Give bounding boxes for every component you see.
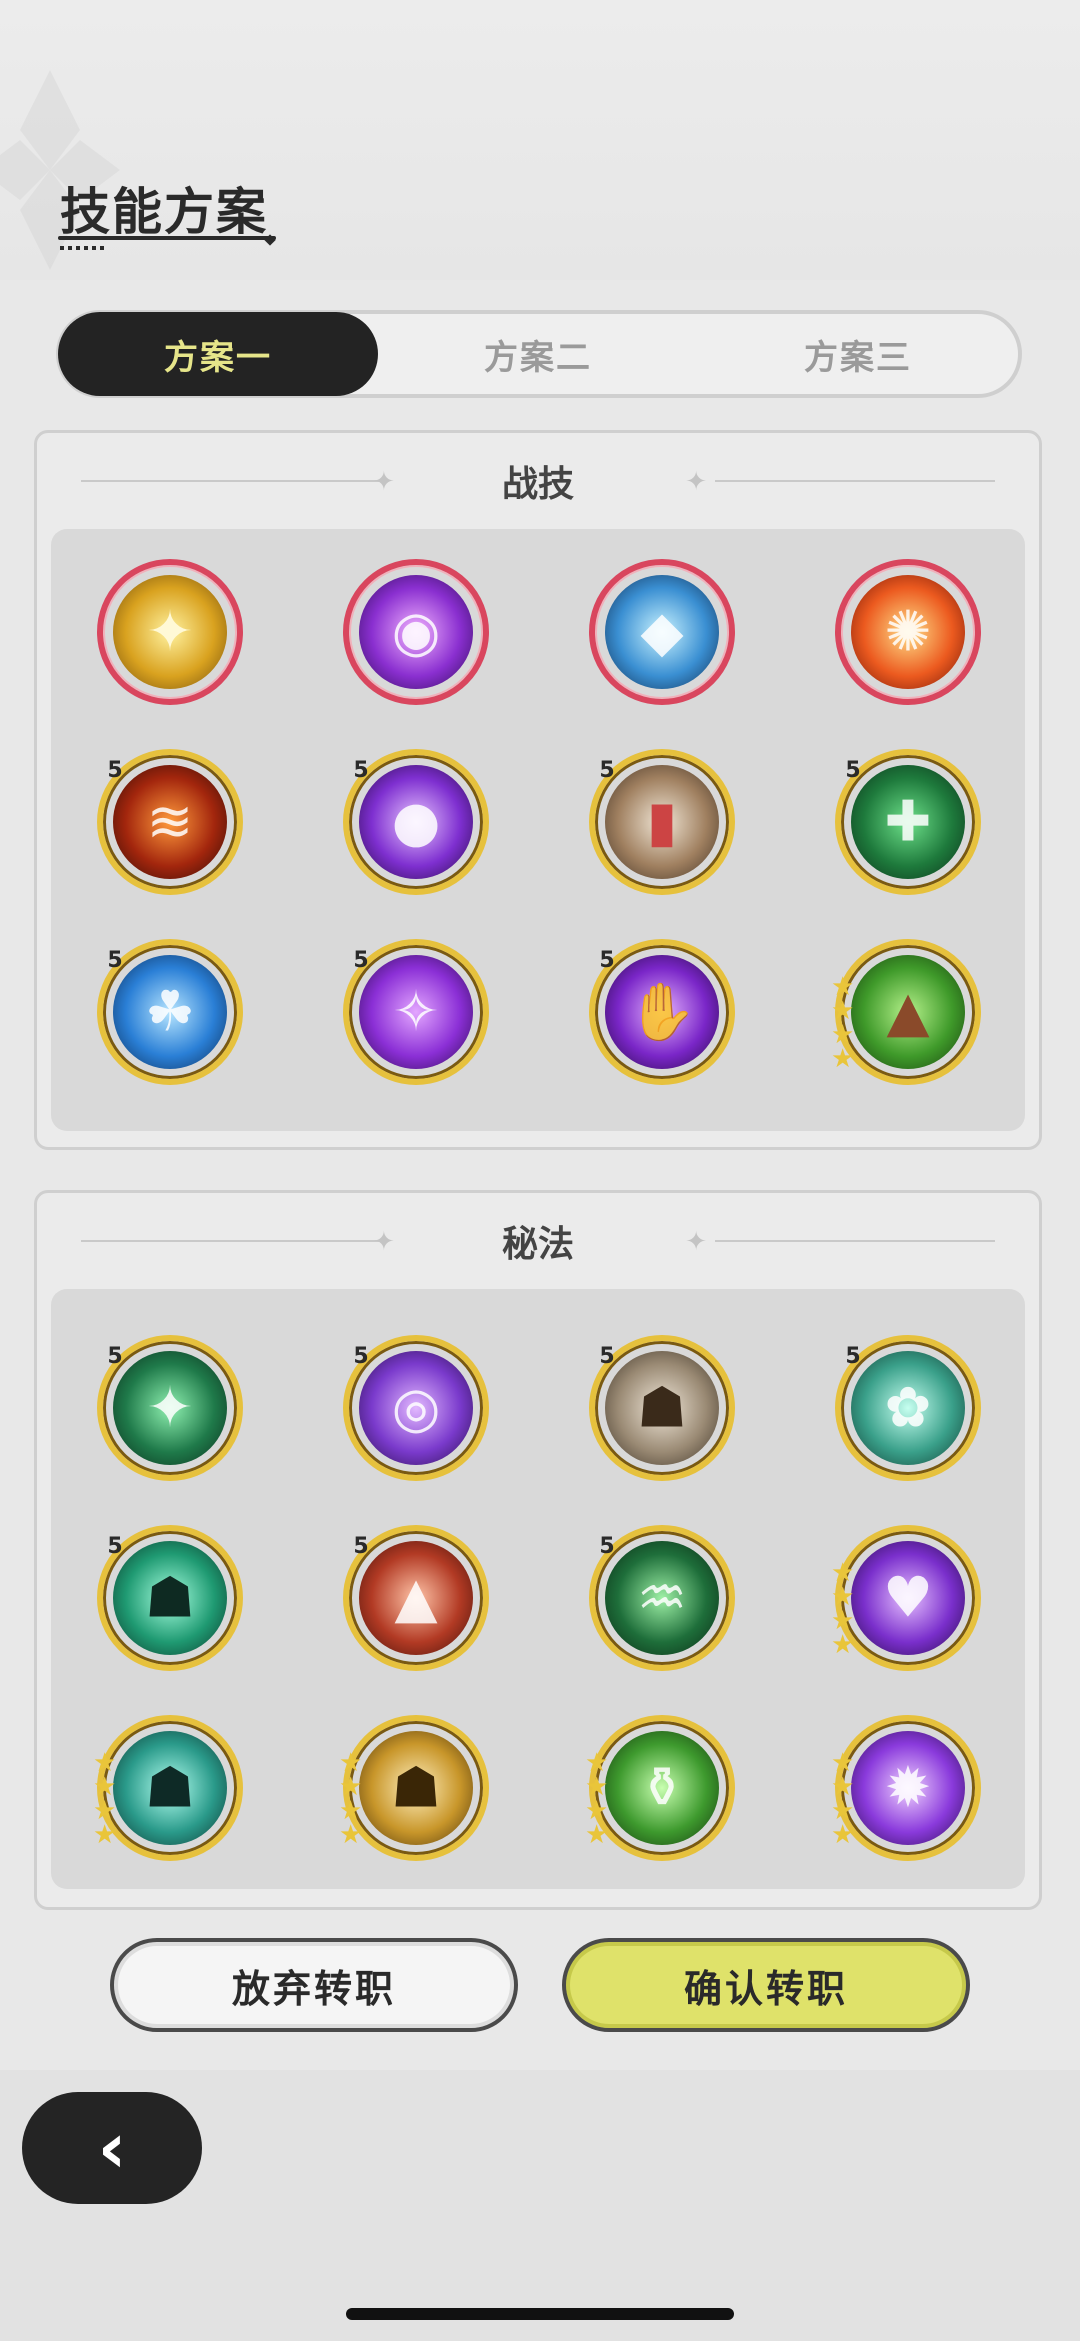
skill-red-rocks-icon[interactable]: ▲ 5 (339, 1519, 489, 1671)
level-5-badge: 5 (585, 743, 630, 791)
level-5-badge: 5 (339, 933, 384, 981)
secret-arts-panel: ✦ 秘法 ✦ ✦ 5 ◎ 5 ☗ 5 ✿ 5 ☗ 5 (34, 1190, 1042, 1910)
tab-plan-2[interactable]: 方案二 (378, 312, 698, 396)
skill-green-healing-icon[interactable]: ✚ 5 (831, 743, 981, 895)
tab-plan-3[interactable]: 方案三 (698, 312, 1018, 396)
plan-tabs: 方案一 方案二 方案三 (56, 310, 1022, 398)
skill-golden-monk-icon[interactable]: ☗ ★ ★ ★ ★ (339, 1715, 489, 1861)
rank-stars-icon: ★ ★ ★ ★ (585, 1748, 609, 1850)
skill-green-potion-icon[interactable]: ⚱ ★ ★ ★ ★ (585, 1715, 735, 1861)
skill-teal-flower-icon[interactable]: ✿ 5 (831, 1329, 981, 1481)
divider-star-icon: ✦ (685, 1227, 707, 1257)
combat-skill-grid: ✦ ◉ ◆ ✺ ≋ 5 ● 5 ▮ 5 (51, 529, 1025, 1131)
divider-line (715, 1240, 995, 1242)
level-5-badge: 5 (585, 1329, 630, 1377)
level-5-badge: 5 (831, 743, 876, 791)
level-5-badge: 5 (339, 743, 384, 791)
rank-stars-icon: ★ ★ ★ ★ (339, 1748, 363, 1850)
skill-green-spirit-icon[interactable]: ✦ 5 (93, 1329, 243, 1481)
divider-line (715, 480, 995, 482)
skill-blue-creature-icon[interactable]: ☘ 5 (93, 933, 243, 1085)
confirm-job-change-button[interactable]: 确认转职 (562, 1938, 970, 2032)
rank-stars-icon: ★ ★ ★ ★ (831, 1748, 855, 1850)
level-5-badge: 5 (93, 1519, 138, 1567)
page-title: 技能方案 (60, 183, 268, 241)
skill-stone-figure-icon[interactable]: ☗ 5 (585, 1329, 735, 1481)
back-button[interactable]: ‹ (22, 2092, 202, 2204)
skill-purple-witch-icon[interactable]: ♥ ★ ★ ★ ★ (831, 1525, 981, 1671)
tab-plan-1[interactable]: 方案一 (58, 312, 378, 396)
level-5-badge: 5 (831, 1329, 876, 1377)
level-5-badge: 5 (339, 1329, 384, 1377)
combat-panel-header: ✦ 战技 ✦ (37, 433, 1039, 529)
divider-line (81, 480, 381, 482)
divider-line (81, 1240, 381, 1242)
skill-purple-hand-icon[interactable]: ✋ 5 (585, 933, 735, 1085)
skill-purple-orb-icon[interactable]: ● 5 (339, 743, 489, 895)
skill-tree-stump-icon[interactable]: ▲ ★ ★ ★ ★ (831, 939, 981, 1085)
skill-ice-crystal-icon[interactable]: ◆ (589, 559, 735, 705)
rank-stars-icon: ★ ★ ★ ★ (831, 1558, 855, 1660)
level-5-badge: 5 (585, 1519, 630, 1567)
rank-stars-icon: ★ ★ ★ ★ (831, 972, 855, 1074)
abandon-job-change-button[interactable]: 放弃转职 (110, 1938, 518, 2032)
home-indicator[interactable] (346, 2308, 734, 2320)
skill-purple-vortex-icon[interactable]: ◎ 5 (339, 1329, 489, 1481)
skill-golden-sparkle-icon[interactable]: ✦ (97, 559, 243, 705)
secret-panel-header: ✦ 秘法 ✦ (37, 1193, 1039, 1289)
divider-star-icon: ✦ (685, 467, 707, 497)
skill-stone-tablets-icon[interactable]: ▮ 5 (585, 743, 735, 895)
combat-panel-title: 战技 (501, 464, 574, 505)
divider-star-icon: ✦ (373, 467, 395, 497)
skill-green-forest-icon[interactable]: ♒ 5 (585, 1519, 735, 1671)
skill-flame-wave-icon[interactable]: ≋ 5 (93, 743, 243, 895)
title-dots (60, 246, 108, 250)
skill-purple-eye-icon[interactable]: ◉ (343, 559, 489, 705)
skill-purple-star-icon[interactable]: ✧ 5 (339, 933, 489, 1085)
combat-skills-panel: ✦ 战技 ✦ ✦ ◉ ◆ ✺ ≋ 5 ● 5 (34, 430, 1042, 1150)
secret-skill-grid: ✦ 5 ◎ 5 ☗ 5 ✿ 5 ☗ 5 ▲ 5 (51, 1289, 1025, 1889)
level-5-badge: 5 (339, 1519, 384, 1567)
back-arrow-icon: ‹ (97, 2107, 127, 2189)
level-5-badge: 5 (93, 743, 138, 791)
title-underline (58, 236, 276, 240)
skill-purple-sphere-icon[interactable]: ✹ ★ ★ ★ ★ (831, 1715, 981, 1861)
skill-teal-figure-icon[interactable]: ☗ 5 (93, 1519, 243, 1671)
level-5-badge: 5 (93, 933, 138, 981)
divider-star-icon: ✦ (373, 1227, 395, 1257)
skill-fire-swirl-icon[interactable]: ✺ (835, 559, 981, 705)
rank-stars-icon: ★ ★ ★ ★ (93, 1748, 117, 1850)
skill-teal-guardian-icon[interactable]: ☗ ★ ★ ★ ★ (93, 1715, 243, 1861)
level-5-badge: 5 (585, 933, 630, 981)
level-5-badge: 5 (93, 1329, 138, 1377)
secret-panel-title: 秘法 (501, 1224, 574, 1265)
